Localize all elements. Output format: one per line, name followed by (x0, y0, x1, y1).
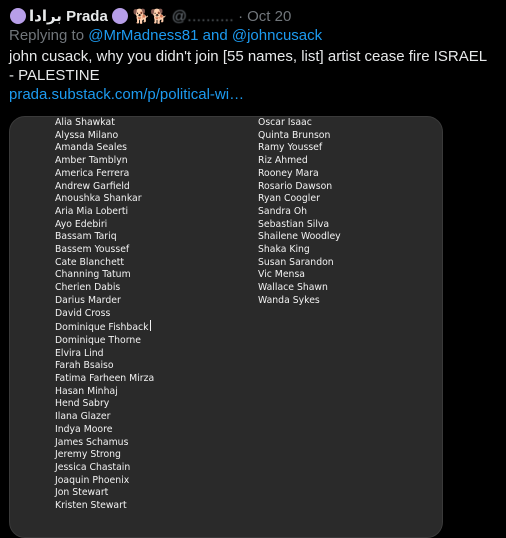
mention-link[interactable]: @johncusack (232, 27, 322, 44)
tweet-image[interactable]: Alia Shawkat Alyssa Milano Amanda Seales Am… (9, 116, 443, 538)
name-entry: Riz Ahmed (258, 155, 308, 167)
name-entry: Rosario Dawson (258, 180, 333, 192)
name-entry: Jeremy Strong (55, 449, 121, 461)
name-entry: Jon Stewart (55, 487, 109, 499)
dog-icon: 🐕🐕 (132, 7, 168, 24)
name-entry: Sebastian Silva (258, 218, 330, 230)
name-entry: Bassem Youssef (55, 244, 130, 256)
name-entry: Shaka King (258, 244, 310, 256)
name-entry: Cate Blanchett (55, 256, 125, 268)
name-entry: Farah Bsaiso (55, 360, 114, 372)
name-entry: Ayo Edebiri (55, 218, 108, 230)
name-entry: Joaquin Phoenix (55, 474, 130, 486)
name-entry: Oscar Isaac (258, 117, 312, 128)
name-entry: Amanda Seales (55, 142, 128, 154)
user-handle[interactable]: @.......... (172, 8, 234, 25)
name-entry: Cherien Dabis (55, 282, 121, 294)
name-entry: James Schamus (55, 436, 129, 448)
name-entry: David Cross (55, 307, 111, 319)
replying-to-label: Replying to (9, 27, 85, 44)
name-entry: Hend Sabry (55, 398, 110, 410)
separator-dot: · (238, 7, 244, 25)
name-entry: Dominique Thorne (55, 334, 141, 346)
tweet-text: john cusack, why you didn't join [55 nam… (9, 48, 487, 84)
name-entry: Hasan Minhaj (55, 385, 118, 397)
name-entry: Ramy Youssef (258, 142, 323, 154)
name-entry: Vic Mensa (258, 269, 305, 281)
name-entry: Dominique Fishback (55, 320, 151, 334)
name-entry: Indya Moore (55, 423, 113, 435)
name-entry: Wallace Shawn (258, 282, 328, 294)
name-entry: Bassam Tariq (55, 231, 117, 243)
replying-to: Replying to @MrMadness81 and @johncusack (9, 27, 322, 44)
name-entry: Rooney Mara (258, 167, 319, 179)
name-entry: America Ferrera (55, 167, 130, 179)
purple-circle-icon (10, 8, 26, 24)
tweet-date[interactable]: Oct 20 (247, 8, 291, 25)
name-entry: Quinta Brunson (258, 129, 331, 141)
names-column-right: Oscar Isaac Quinta Brunson Ramy Youssef Riz… (258, 117, 341, 308)
name-entry: Ryan Coogler (258, 193, 320, 205)
name-entry: Aria Mia Loberti (55, 205, 129, 217)
name-entry: Amber Tamblyn (55, 155, 128, 167)
tweet: برادا Prada 🐕🐕 @.......... · Oct 20 Repl… (0, 0, 506, 538)
tweet-link[interactable]: prada.substack.com/p/political-wi… (9, 86, 244, 103)
mention-and: and (202, 27, 228, 44)
name-entry: Ilana Glazer (55, 411, 111, 423)
name-entry: Susan Sarandon (258, 256, 334, 268)
text-cursor (149, 320, 151, 332)
name-entry: Alyssa Milano (55, 129, 119, 141)
names-column-left: Alia Shawkat Alyssa Milano Amanda Seales Am… (55, 117, 154, 513)
name-entry: Alia Shawkat (55, 117, 115, 128)
name-entry: Sandra Oh (258, 205, 308, 217)
name-entry: Darius Marder (55, 294, 121, 306)
name-entry: Channing Tatum (55, 269, 131, 281)
name-entry: Fatima Farheen Mirza (55, 373, 155, 385)
tweet-header: برادا Prada 🐕🐕 @.......... · Oct 20 (10, 5, 291, 27)
name-entry: Andrew Garfield (55, 180, 130, 192)
name-entry: Jessica Chastain (55, 461, 131, 473)
display-name[interactable]: برادا Prada (29, 7, 108, 25)
name-entry: Elvira Lind (55, 347, 104, 359)
name-entry: Kristen Stewart (55, 500, 127, 512)
mention-link[interactable]: @MrMadness81 (88, 27, 198, 44)
purple-circle-icon (111, 8, 128, 24)
name-entry: Shailene Woodley (258, 231, 341, 243)
name-entry: Anoushka Shankar (55, 193, 142, 205)
name-entry: Wanda Sykes (258, 294, 320, 306)
